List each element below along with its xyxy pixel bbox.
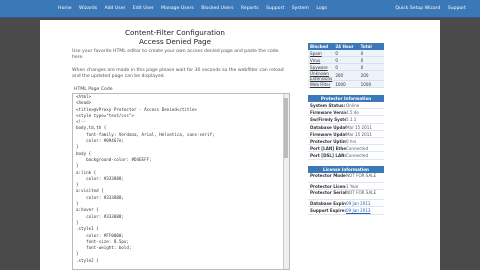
summary-row-extensions: Unknown Extensions 200 200 xyxy=(308,71,384,81)
main-menu: Home Wizards Add User Edit User Manage U… xyxy=(58,3,333,15)
menu-item-support[interactable]: Support xyxy=(266,3,284,15)
info-key: Protector Uptime: xyxy=(310,138,346,144)
page-title-line-2: Access Denied Page xyxy=(138,37,212,46)
info-value: 09 Jan 2013 xyxy=(346,201,371,207)
scrollbar-thumb[interactable] xyxy=(284,98,288,158)
info-key: Sw/Firmly System: xyxy=(310,117,346,123)
html-code-editor[interactable]: <html> <head> <title>@vProxy Protector - A… xyxy=(72,93,290,270)
summary-link-virus[interactable]: Virus xyxy=(308,57,333,63)
summary-value: 0 xyxy=(335,65,338,70)
summary-row-spam: Spam 0 0 xyxy=(308,50,384,57)
menu-item-add-user[interactable]: Add User xyxy=(105,3,126,15)
protector-info-row: Protector Uptime:0 hrs xyxy=(308,138,384,146)
license-info-row: Database Expire: 09 Jan 2013 xyxy=(308,200,384,208)
support-link[interactable]: Support xyxy=(448,3,466,15)
summary-value: 0 xyxy=(335,51,338,56)
summary-link-spam[interactable]: Spam xyxy=(308,50,333,56)
protector-information-rows: System Status:OnlineFirmware Version:4.5… xyxy=(308,102,384,160)
protector-info-row: Sw/Firmly System:5.1.1 xyxy=(308,116,384,124)
summary-row-spyware: Spyware 0 0 xyxy=(308,64,384,71)
summary-link-extensions[interactable]: Unknown Extensions xyxy=(308,71,333,81)
protector-info-row: Port [DSL] LAN: Connected xyxy=(308,152,384,160)
protector-info-row: Firmware Version:4.5.4e xyxy=(308,109,384,117)
info-key: Database Expire: xyxy=(310,201,346,207)
menu-item-wizards[interactable]: Wizards xyxy=(79,3,97,15)
info-value: Mar 15 2011 xyxy=(346,131,372,137)
menu-item-blocked-users[interactable]: Blocked Users xyxy=(201,3,233,15)
summary-header-total: Total xyxy=(360,44,372,49)
info-key: Port [LAN] Ethernet: xyxy=(310,146,346,152)
menu-item-logs[interactable]: Logs xyxy=(316,3,327,15)
info-key: Database Update: xyxy=(310,124,346,130)
summary-header: Blocked 24 Hour Total xyxy=(308,43,384,50)
info-key: Protector License: xyxy=(310,184,346,189)
protector-info-row: System Status: Online xyxy=(308,102,384,110)
license-information-panel: License Information Protector Model: NOT … xyxy=(308,166,384,215)
info-value: 0 hrs xyxy=(346,138,357,144)
summary-value: 0 xyxy=(335,58,338,63)
info-value: Mar 15 2011 xyxy=(346,124,372,130)
info-key: Firmware Version: xyxy=(310,110,346,116)
info-value: Connected xyxy=(346,153,369,159)
code-editor-scrollbar[interactable] xyxy=(283,94,289,269)
description-reload-note: When changes are made in this page pleas… xyxy=(72,68,284,79)
summary-header-blocked: Blocked xyxy=(310,44,329,49)
summary-row-web-filter: Web Filter 1000 1000 xyxy=(308,81,384,88)
menu-item-reports[interactable]: Reports xyxy=(241,3,259,15)
license-info-row: Protector License:1 Year xyxy=(308,183,384,191)
page-title: Content-Filter Configuration Access Deni… xyxy=(60,28,290,46)
info-value: 09 Jan 2013 xyxy=(346,208,371,214)
license-info-row: Support Expire: 09 Jan 2013 xyxy=(308,207,384,215)
menu-item-system[interactable]: System xyxy=(292,3,309,15)
info-value: 5.1.1 xyxy=(346,117,357,123)
description-paste-code: Use your favorite HTML editor to create … xyxy=(72,49,279,60)
summary-value: 0 xyxy=(360,58,364,63)
info-key: System Status: xyxy=(310,103,346,108)
info-key: Firmware Update: xyxy=(310,131,346,137)
info-key: Protector Model: xyxy=(310,173,346,178)
info-value: Online xyxy=(346,103,360,108)
protector-information-title: Protector Information xyxy=(308,95,384,102)
summary-value: 200 xyxy=(335,73,344,78)
license-information-title: License Information xyxy=(308,166,384,173)
summary-link-web-filter[interactable]: Web Filter xyxy=(308,81,333,87)
info-value: 4.5.4e xyxy=(346,110,359,116)
protector-information-panel: Protector Information System Status: Onli… xyxy=(308,95,384,160)
menu-item-edit-user[interactable]: Edit User xyxy=(133,3,154,15)
info-value: NOT FOR SALE xyxy=(346,190,377,196)
license-info-row: Protector Model: NOT FOR SALE xyxy=(308,173,384,183)
info-value: 1 Year xyxy=(346,184,359,189)
menu-item-home[interactable]: Home xyxy=(58,3,72,15)
summary-value: 200 xyxy=(360,73,369,78)
summary-value: 1000 xyxy=(360,82,372,87)
license-information-rows: Protector Model: NOT FOR SALE Protector Li… xyxy=(308,173,384,215)
code-line: .style2 { xyxy=(76,257,99,263)
info-value: Connected xyxy=(346,146,369,152)
page-title-line-1: Content-Filter Configuration xyxy=(124,28,225,37)
right-menu: Quick Setup Wizard Support xyxy=(395,3,472,15)
summary-link-spyware[interactable]: Spyware xyxy=(308,64,333,70)
html-code-label: HTML Page Code xyxy=(74,87,113,92)
protector-info-row: Database Update:Mar 15 2011 xyxy=(308,124,384,131)
summary-header-24hour: 24 Hour xyxy=(335,44,354,49)
protector-info-row: Firmware Update:Mar 15 2011 xyxy=(308,131,384,138)
info-value: NOT FOR SALE xyxy=(346,173,377,178)
summary-value: 0 xyxy=(360,51,364,56)
quick-setup-wizard-link[interactable]: Quick Setup Wizard xyxy=(395,3,440,15)
protector-info-row: Port [LAN] Ethernet:Connected xyxy=(308,145,384,153)
blocked-summary-table: Blocked 24 Hour Total Spam 0 0 Virus 0 0… xyxy=(308,43,384,88)
summary-value: 0 xyxy=(360,65,364,70)
info-key: Support Expire: xyxy=(310,208,346,214)
summary-row-virus: Virus 0 0 xyxy=(308,57,384,64)
info-key: Port [DSL] LAN: xyxy=(310,153,346,159)
code-lines: <html> <head> <title>@vProxy Protector - A… xyxy=(73,94,289,264)
menu-item-manage-users[interactable]: Manage Users xyxy=(161,3,194,15)
summary-value: 1000 xyxy=(335,82,346,87)
license-info-row: Protector Serial: NOT FOR SALE xyxy=(308,190,384,201)
info-key: Protector Serial: xyxy=(310,190,346,196)
top-navigation-bar: Home Wizards Add User Edit User Manage U… xyxy=(0,0,480,18)
